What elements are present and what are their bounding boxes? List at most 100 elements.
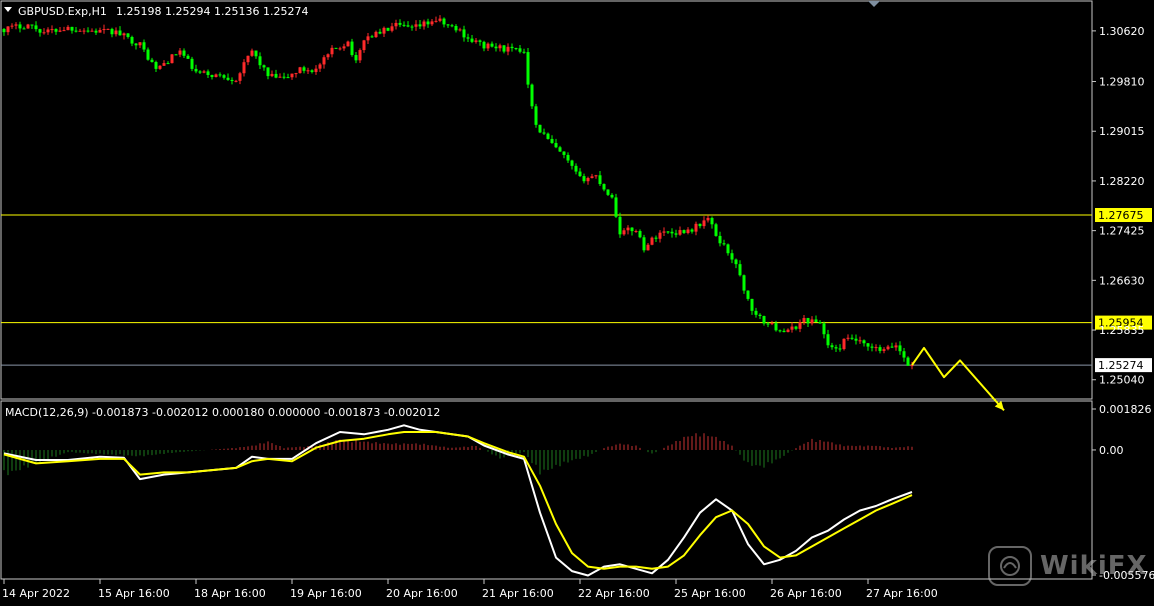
candle-body	[658, 232, 662, 239]
candle-body	[750, 298, 754, 311]
candle-body	[890, 346, 894, 348]
candle-body	[86, 30, 90, 32]
candle-body	[714, 224, 718, 236]
candle-body	[518, 48, 522, 52]
candle-body	[526, 52, 530, 85]
candle-body	[158, 65, 162, 69]
candle-body	[470, 38, 474, 42]
candle-body	[398, 22, 402, 25]
candle-body	[698, 223, 702, 227]
candle-body	[22, 28, 26, 30]
candle-body	[886, 346, 890, 350]
candle-body	[686, 229, 690, 233]
candle-body	[346, 41, 350, 47]
macd-tick-label-1: 0.00	[1099, 444, 1124, 457]
scroll-marker-icon[interactable]	[868, 1, 880, 7]
candle-body	[794, 326, 798, 329]
candle-body	[26, 24, 30, 29]
candle-body	[666, 231, 670, 233]
candle-body	[814, 319, 818, 322]
candle-body	[270, 73, 274, 77]
candle-body	[78, 30, 82, 32]
candle-body	[386, 27, 390, 31]
candle-body	[18, 24, 22, 29]
wikifx-text: WikiFX	[1040, 551, 1148, 581]
candle-body	[654, 237, 658, 239]
candle-body	[598, 175, 602, 185]
candle-body	[338, 48, 342, 50]
candle-body	[230, 79, 234, 82]
candle-body	[746, 290, 750, 299]
level-tag-label-0: 1.27675	[1098, 209, 1144, 222]
macd-panel-frame	[0, 400, 1093, 580]
candle-body	[610, 194, 614, 198]
price-panel-border	[0, 0, 1093, 400]
dropdown-triangle-icon[interactable]	[4, 7, 12, 12]
candle-body	[182, 50, 186, 56]
candle-body	[802, 318, 806, 323]
candle-body	[702, 220, 706, 227]
candle-body	[514, 48, 518, 50]
candle-body	[34, 25, 38, 30]
candle-body	[310, 70, 314, 72]
candle-body	[286, 77, 290, 79]
time-tick-label-8: 26 Apr 16:00	[770, 587, 842, 600]
candle-body	[474, 40, 478, 42]
candle-body	[522, 51, 526, 53]
candle-body	[502, 45, 506, 52]
price-tick-label-5: 1.26630	[1099, 274, 1145, 287]
candle-body	[214, 74, 218, 78]
candle-body	[578, 171, 582, 177]
price-tick-label-7: 1.25040	[1099, 374, 1145, 387]
candle-body	[742, 275, 746, 291]
candle-body	[50, 29, 54, 31]
time-tick-label-5: 21 Apr 16:00	[482, 587, 554, 600]
candle-body	[866, 343, 870, 347]
candle-body	[818, 321, 822, 324]
candle-body	[574, 165, 578, 172]
candle-body	[766, 323, 770, 325]
candle-body	[186, 55, 190, 59]
candle-body	[582, 176, 586, 182]
candle-body	[266, 67, 270, 77]
candle-body	[706, 217, 710, 221]
candle-body	[462, 29, 466, 38]
candle-body	[894, 345, 898, 348]
price-tick-label-0: 1.30620	[1099, 25, 1145, 38]
candle-body	[530, 84, 534, 107]
time-tick-label-9: 27 Apr 16:00	[866, 587, 938, 600]
candle-body	[138, 42, 142, 46]
candle-body	[314, 68, 318, 72]
candle-body	[238, 73, 242, 81]
candle-body	[418, 24, 422, 27]
price-tick-label-1: 1.29810	[1099, 76, 1145, 89]
candle-body	[198, 71, 202, 73]
candle-body	[786, 329, 790, 333]
candle-body	[726, 244, 730, 254]
candle-body	[630, 227, 634, 232]
candle-body	[870, 346, 874, 348]
candle-body	[682, 230, 686, 233]
candle-body	[590, 176, 594, 179]
candle-body	[82, 30, 86, 32]
candle-body	[234, 80, 238, 82]
candle-body	[846, 337, 850, 339]
candle-body	[650, 237, 654, 245]
candle-body	[662, 231, 666, 233]
candle-body	[66, 26, 70, 31]
candle-body	[622, 230, 626, 235]
candle-body	[218, 74, 222, 76]
candle-body	[830, 345, 834, 348]
candle-body	[438, 18, 442, 21]
candle-body	[738, 264, 742, 276]
candle-body	[90, 30, 94, 32]
candle-body	[306, 70, 310, 72]
candle-body	[150, 59, 154, 63]
candle-body	[558, 147, 562, 152]
wikifx-watermark: WikiFX	[988, 546, 1148, 586]
candle-body	[46, 29, 50, 33]
candle-body	[862, 340, 866, 344]
candle-body	[858, 340, 862, 342]
candle-body	[194, 68, 198, 72]
candle-body	[342, 46, 346, 49]
